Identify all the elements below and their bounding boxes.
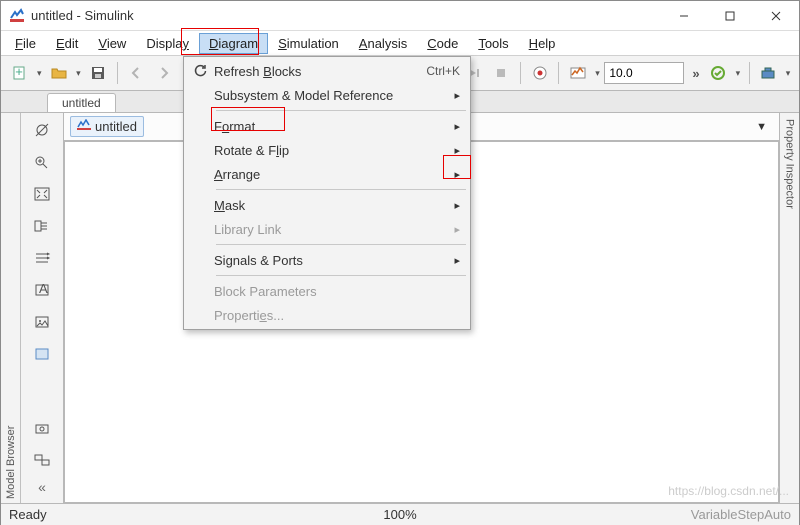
status-left: Ready — [9, 507, 47, 522]
scope-button[interactable] — [565, 60, 590, 86]
forward-button[interactable] — [151, 60, 176, 86]
menu-simulation[interactable]: Simulation — [268, 33, 349, 54]
scope-dropdown[interactable]: ▾ — [593, 68, 603, 79]
refresh-icon — [186, 64, 214, 78]
simulink-icon — [9, 8, 25, 24]
breadcrumb-model[interactable]: untitled — [70, 116, 144, 137]
advisor-button[interactable] — [706, 60, 731, 86]
new-dropdown[interactable]: ▾ — [34, 68, 44, 79]
dd-subsystem-ref[interactable]: Subsystem & Model Reference▸ — [186, 83, 468, 107]
palette-annotate-icon[interactable]: A — [28, 277, 56, 303]
back-button[interactable] — [124, 60, 149, 86]
breadcrumb-dropdown[interactable]: ▼ — [756, 121, 773, 133]
right-panel[interactable]: Property Inspector — [779, 113, 799, 503]
breadcrumb-label: untitled — [95, 119, 137, 134]
maximize-button[interactable] — [707, 1, 753, 31]
new-button[interactable]: + — [7, 60, 32, 86]
titlebar: untitled - Simulink — [1, 1, 799, 31]
dd-block-params: Block Parameters — [186, 279, 468, 303]
build-button[interactable] — [756, 60, 781, 86]
dd-arrange[interactable]: Arrange▸ — [186, 162, 468, 186]
open-dropdown[interactable]: ▾ — [74, 68, 84, 79]
svg-text:A: A — [39, 282, 48, 296]
dd-signals-ports[interactable]: Signals & Ports▸ — [186, 248, 468, 272]
minimize-button[interactable] — [661, 1, 707, 31]
advisor-dropdown[interactable]: ▾ — [733, 68, 743, 79]
record-button[interactable] — [527, 60, 552, 86]
status-solver[interactable]: VariableStepAuto — [691, 507, 791, 522]
stop-button[interactable] — [488, 60, 513, 86]
dd-format[interactable]: Format▸ — [186, 114, 468, 138]
dd-mask[interactable]: Mask▸ — [186, 193, 468, 217]
toolbar-more[interactable]: » — [688, 66, 703, 81]
window-title: untitled - Simulink — [31, 8, 661, 23]
menu-analysis[interactable]: Analysis — [349, 33, 417, 54]
menubar: File Edit View Display Diagram Simulatio… — [1, 31, 799, 56]
dd-library-link: Library Link▸ — [186, 217, 468, 241]
close-button[interactable] — [753, 1, 799, 31]
palette-explorer-icon[interactable] — [28, 213, 56, 239]
open-button[interactable] — [46, 60, 71, 86]
status-zoom[interactable]: 100% — [383, 507, 416, 522]
build-dropdown[interactable]: ▾ — [783, 68, 793, 79]
palette-zoom-icon[interactable] — [28, 149, 56, 175]
menu-code[interactable]: Code — [417, 33, 468, 54]
menu-view[interactable]: View — [88, 33, 136, 54]
diagram-dropdown: Refresh Blocks Ctrl+K Subsystem & Model … — [183, 56, 471, 330]
model-icon — [77, 119, 91, 134]
palette-viewmark-icon[interactable] — [28, 415, 56, 441]
menu-diagram[interactable]: Diagram — [199, 33, 268, 54]
statusbar: Ready 100% VariableStepAuto — [1, 503, 799, 525]
palette-hide-icon[interactable] — [28, 117, 56, 143]
dd-refresh-blocks[interactable]: Refresh Blocks Ctrl+K — [186, 59, 468, 83]
menu-edit[interactable]: Edit — [46, 33, 88, 54]
menu-tools[interactable]: Tools — [468, 33, 518, 54]
menu-file[interactable]: File — [5, 33, 46, 54]
dd-rotate-flip[interactable]: Rotate & Flip▸ — [186, 138, 468, 162]
palette-screenshot-icon[interactable] — [28, 447, 56, 473]
left-palette: A « — [21, 113, 64, 503]
dd-properties: Properties... — [186, 303, 468, 327]
property-inspector-label: Property Inspector — [784, 113, 796, 503]
palette-sequence-icon[interactable] — [28, 245, 56, 271]
save-button[interactable] — [85, 60, 110, 86]
stop-time-input[interactable] — [604, 62, 684, 84]
palette-area-icon[interactable] — [28, 341, 56, 367]
palette-collapse[interactable]: « — [38, 479, 46, 495]
menu-display[interactable]: Display — [136, 33, 199, 54]
tab-untitled[interactable]: untitled — [47, 93, 116, 112]
menu-help[interactable]: Help — [519, 33, 566, 54]
palette-fit-icon[interactable] — [28, 181, 56, 207]
model-browser-label[interactable]: Model Browser — [5, 113, 17, 503]
palette-image-icon[interactable] — [28, 309, 56, 335]
svg-text:+: + — [15, 65, 23, 79]
